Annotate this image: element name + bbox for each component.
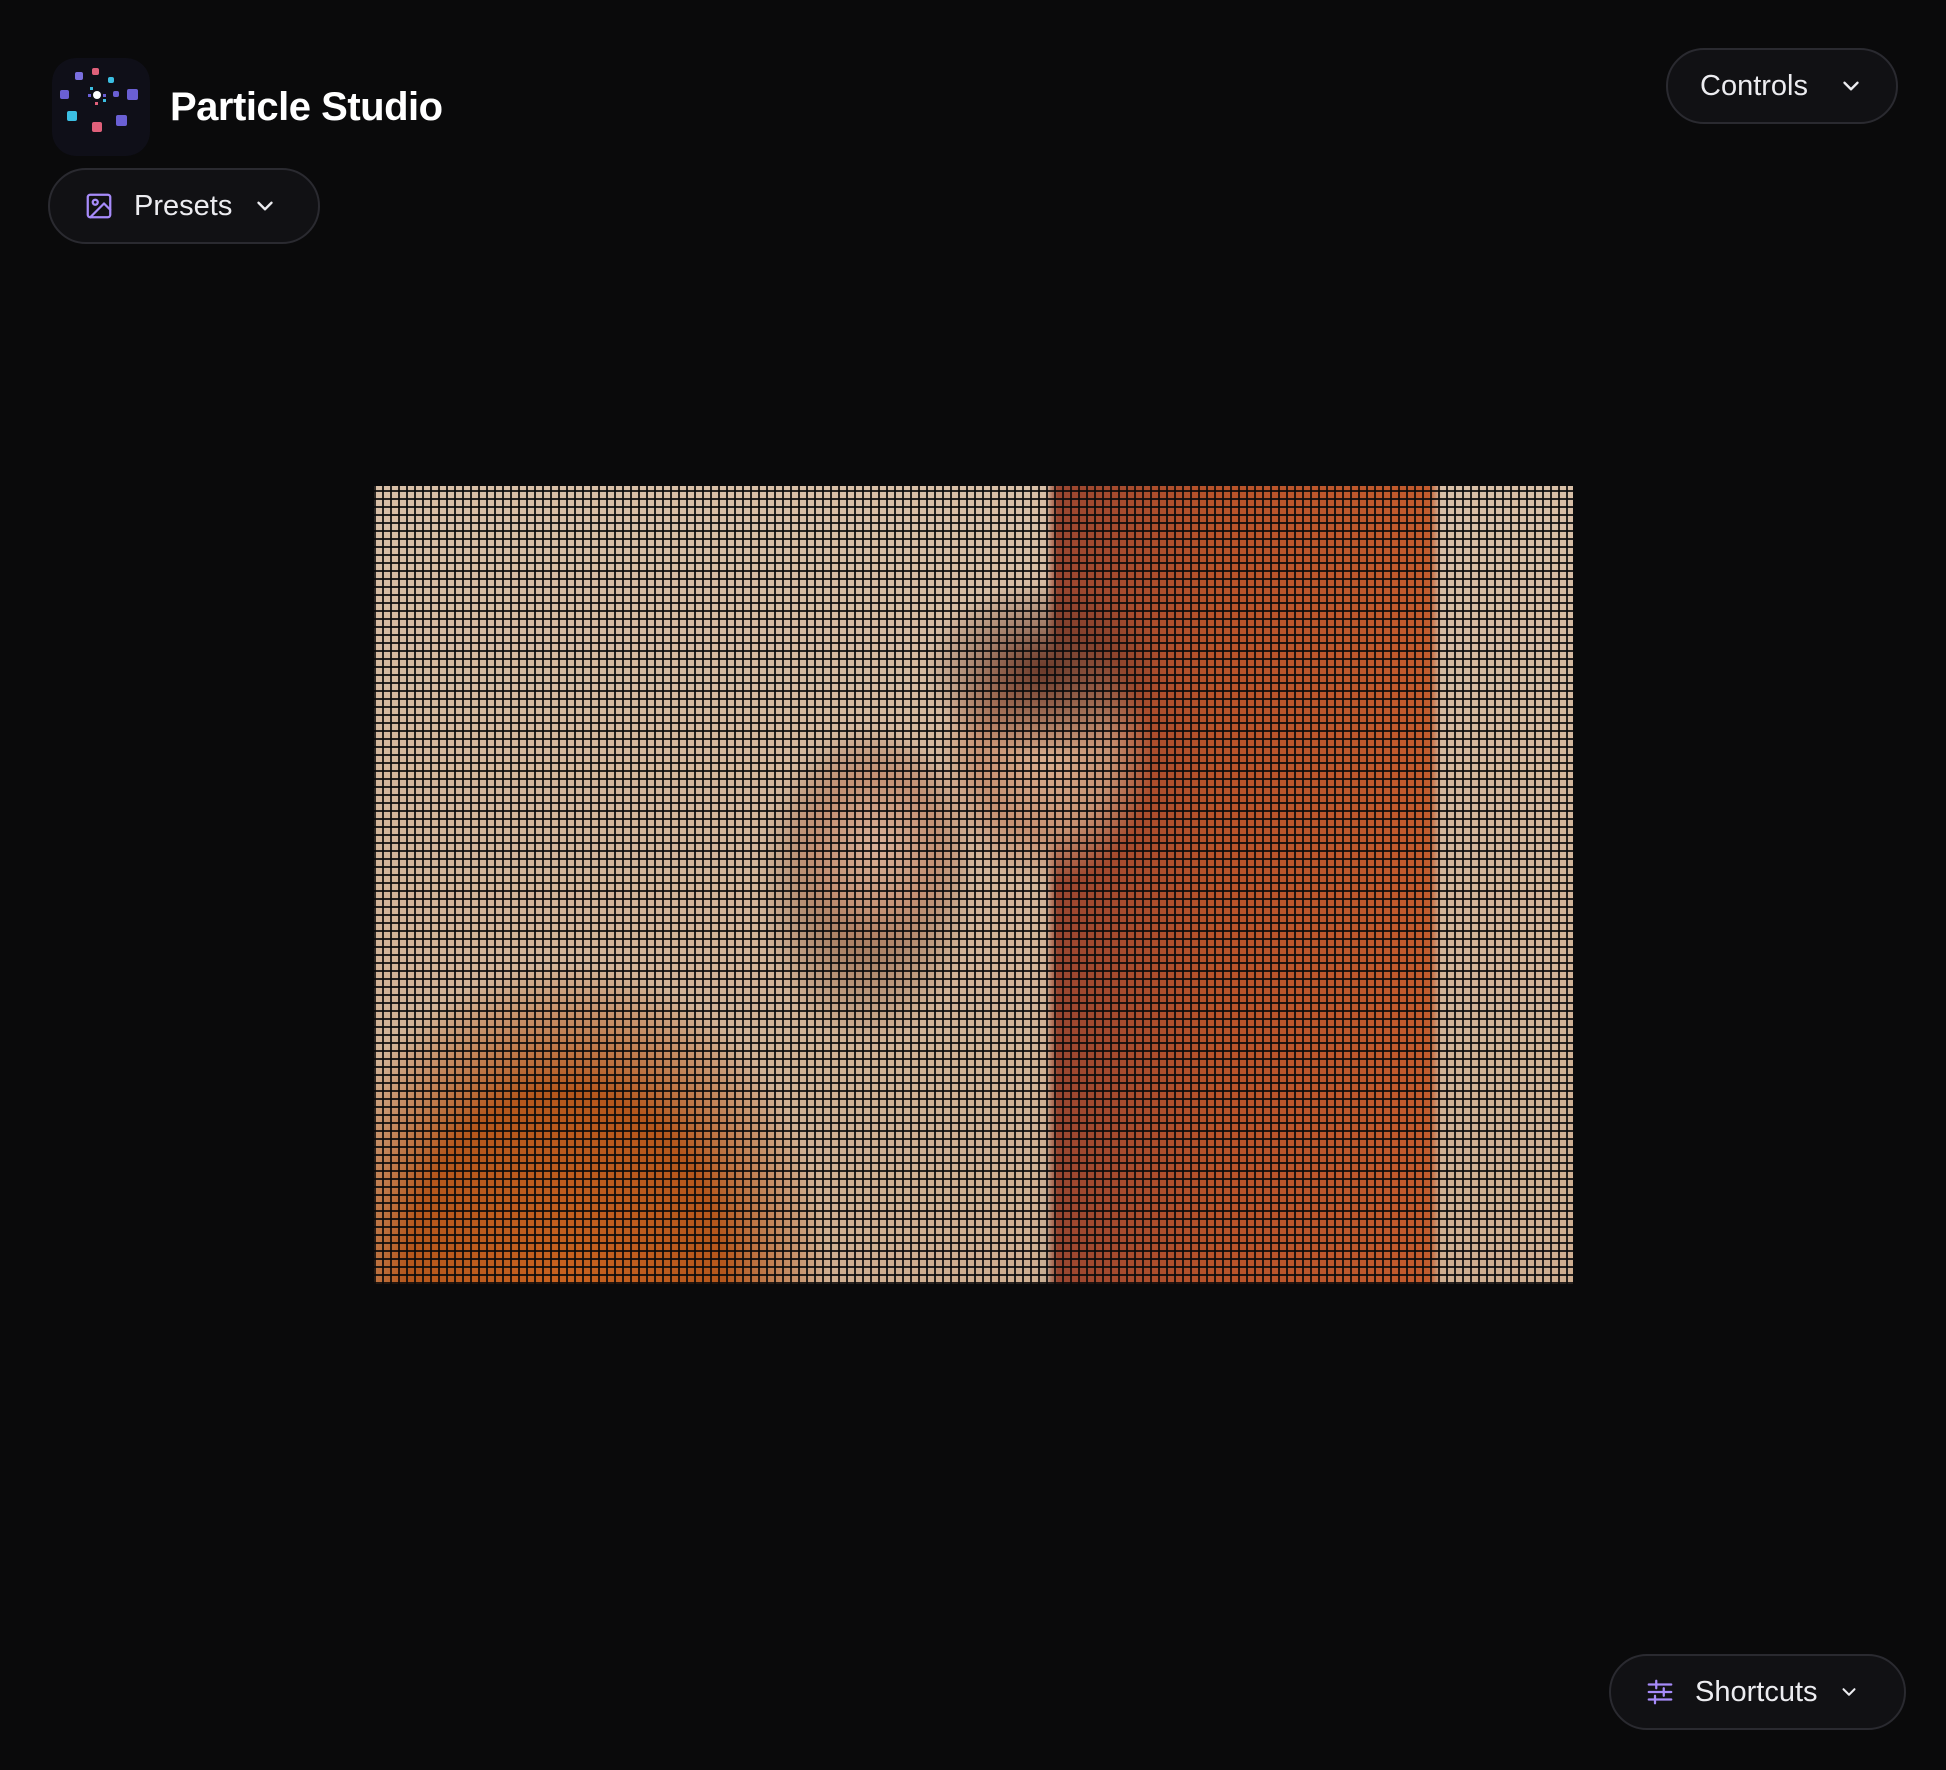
app-root: Particle Studio Presets Controls Shortcu… [0, 0, 1946, 1770]
controls-label: Controls [1700, 69, 1808, 102]
controls-dropdown-button[interactable]: Controls [1666, 48, 1898, 124]
shortcuts-label: Shortcuts [1695, 1675, 1818, 1708]
chevron-down-icon [1841, 1688, 1856, 1696]
image-icon [86, 193, 112, 219]
chevron-down-icon [257, 201, 274, 211]
brand: Particle Studio [52, 58, 443, 156]
particle-logo-icon [52, 58, 150, 156]
presets-dropdown-button[interactable]: Presets [48, 168, 320, 244]
presets-label: Presets [134, 189, 233, 222]
particle-canvas[interactable] [374, 486, 1573, 1284]
shortcuts-dropdown-button[interactable]: Shortcuts [1609, 1654, 1906, 1730]
particle-grid-overlay [374, 486, 1573, 1284]
sliders-icon [1647, 1679, 1673, 1705]
app-title: Particle Studio [170, 84, 443, 129]
chevron-down-icon [1843, 81, 1859, 91]
